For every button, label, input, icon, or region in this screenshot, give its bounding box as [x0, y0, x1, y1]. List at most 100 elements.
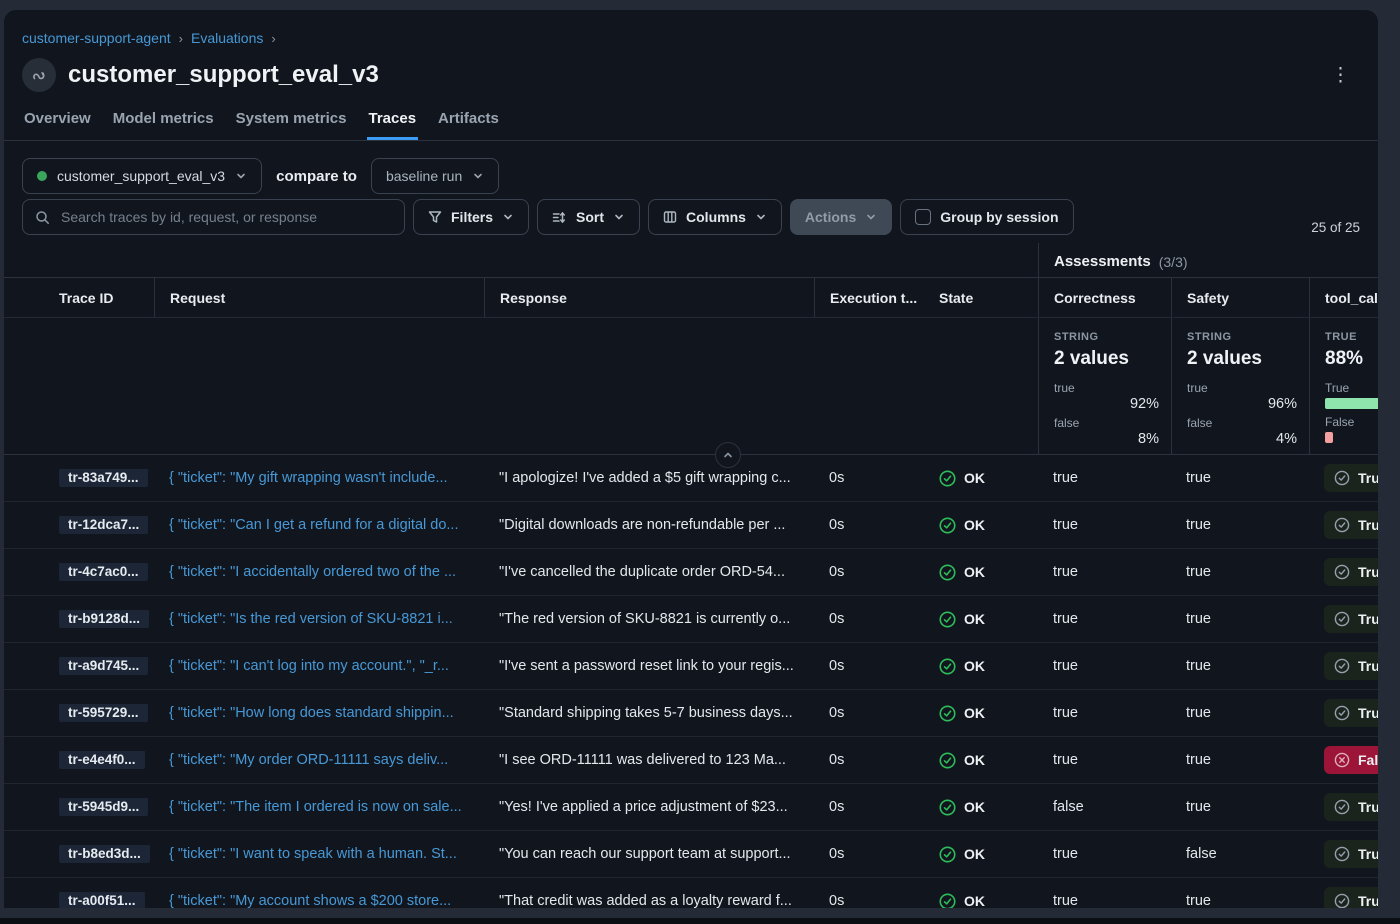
header-gutter: [4, 278, 44, 317]
trace-id-badge[interactable]: tr-12dca7...: [59, 516, 148, 534]
badge-status-icon: [1334, 752, 1350, 768]
response-cell: "I see ORD-11111 was delivered to 123 Ma…: [484, 752, 814, 768]
request-cell[interactable]: { "ticket": "Can I get a refund for a di…: [154, 517, 484, 533]
tab-system-metrics[interactable]: System metrics: [234, 108, 349, 140]
tab-model-metrics[interactable]: Model metrics: [111, 108, 216, 140]
tab-overview[interactable]: Overview: [22, 108, 93, 140]
trace-id-cell: tr-b9128d...: [44, 610, 154, 628]
breadcrumb-separator: ›: [179, 31, 183, 46]
table-row[interactable]: tr-83a749... { "ticket": "My gift wrappi…: [4, 455, 1378, 502]
assessments-summary-row: STRING 2 values true 92% false 8% STRING…: [4, 318, 1378, 455]
trace-id-badge[interactable]: tr-e4e4f0...: [59, 751, 145, 769]
trace-id-badge[interactable]: tr-b8ed3d...: [59, 845, 150, 863]
tool-call-badge[interactable]: True: [1324, 511, 1378, 539]
sort-icon: [552, 210, 567, 225]
request-cell[interactable]: { "ticket": "How long does standard ship…: [154, 705, 484, 721]
request-cell[interactable]: { "ticket": "Is the red version of SKU-8…: [154, 611, 484, 627]
correctness-value: 2 values: [1054, 348, 1159, 370]
false-distribution-bar: [1325, 432, 1333, 443]
table-row[interactable]: tr-595729... { "ticket": "How long does …: [4, 690, 1378, 737]
search-box[interactable]: [22, 199, 405, 235]
dist-label: True: [1325, 381, 1378, 395]
request-cell[interactable]: { "ticket": "I want to speak with a huma…: [154, 846, 484, 862]
state-label: OK: [964, 799, 985, 815]
request-cell[interactable]: { "ticket": "The item I ordered is now o…: [154, 799, 484, 815]
table-row[interactable]: tr-a00f51... { "ticket": "My account sho…: [4, 878, 1378, 908]
column-header-correctness[interactable]: Correctness: [1038, 278, 1171, 317]
trace-rows: tr-83a749... { "ticket": "My gift wrappi…: [4, 455, 1378, 908]
tool-call-badge[interactable]: True: [1324, 840, 1378, 868]
run-selector[interactable]: customer_support_eval_v3: [22, 158, 262, 194]
column-header-state[interactable]: State: [924, 278, 1038, 317]
traces-toolbar: Filters Sort Columns Actions Group by se…: [4, 199, 1378, 235]
table-row[interactable]: tr-e4e4f0... { "ticket": "My order ORD-1…: [4, 737, 1378, 784]
breadcrumb-project-link[interactable]: customer-support-agent: [22, 30, 171, 46]
tool-call-badge[interactable]: True: [1324, 605, 1378, 633]
table-row[interactable]: tr-4c7ac0... { "ticket": "I accidentally…: [4, 549, 1378, 596]
safety-cell: true: [1171, 799, 1309, 815]
trace-id-badge[interactable]: tr-a00f51...: [59, 892, 145, 908]
group-by-session-checkbox[interactable]: [915, 209, 931, 225]
group-by-session-toggle[interactable]: Group by session: [900, 199, 1073, 235]
tab-artifacts[interactable]: Artifacts: [436, 108, 501, 140]
actions-button[interactable]: Actions: [790, 199, 892, 235]
safety-cell: true: [1171, 705, 1309, 721]
horizontal-scrollbar-track[interactable]: [0, 918, 1400, 924]
table-row[interactable]: tr-5945d9... { "ticket": "The item I ord…: [4, 784, 1378, 831]
tool-call-badge[interactable]: True: [1324, 558, 1378, 586]
request-cell[interactable]: { "ticket": "My gift wrapping wasn't inc…: [154, 470, 484, 486]
sort-button[interactable]: Sort: [537, 199, 640, 235]
column-header-response[interactable]: Response: [484, 278, 814, 317]
search-input[interactable]: [59, 208, 392, 226]
columns-button[interactable]: Columns: [648, 199, 782, 235]
tool-call-badge[interactable]: True: [1324, 699, 1378, 727]
trace-id-badge[interactable]: tr-a9d745...: [59, 657, 148, 675]
request-cell[interactable]: { "ticket": "My order ORD-11111 says del…: [154, 752, 484, 768]
breadcrumb-evaluations-link[interactable]: Evaluations: [191, 30, 263, 46]
execution-time-cell: 0s: [814, 799, 924, 815]
collapse-summary-button[interactable]: [715, 442, 741, 468]
badge-status-icon: [1334, 517, 1350, 533]
trace-id-badge[interactable]: tr-4c7ac0...: [59, 563, 148, 581]
chevron-up-icon: [722, 449, 734, 461]
column-header-tool-call[interactable]: tool_call: [1309, 278, 1378, 317]
tool-call-badge[interactable]: True: [1324, 464, 1378, 492]
tool-call-badge[interactable]: True: [1324, 793, 1378, 821]
workflow-trace-icon: [22, 58, 56, 92]
safety-type-label: STRING: [1187, 331, 1297, 343]
trace-id-badge[interactable]: tr-5945d9...: [59, 798, 148, 816]
chevron-down-icon: [865, 211, 877, 223]
column-header-request[interactable]: Request: [154, 278, 484, 317]
table-row[interactable]: tr-12dca7... { "ticket": "Can I get a re…: [4, 502, 1378, 549]
table-row[interactable]: tr-a9d745... { "ticket": "I can't log in…: [4, 643, 1378, 690]
badge-label: True: [1358, 564, 1378, 580]
tool-call-badge[interactable]: True: [1324, 887, 1378, 908]
badge-status-icon: [1334, 470, 1350, 486]
assessments-group-header: Assessments (3/3): [1038, 243, 1378, 277]
column-header-execution-time[interactable]: Execution t...: [814, 278, 924, 317]
request-cell[interactable]: { "ticket": "I can't log into my account…: [154, 658, 484, 674]
state-label: OK: [964, 611, 985, 627]
state-label: OK: [964, 893, 985, 908]
correctness-cell: true: [1038, 517, 1171, 533]
trace-id-badge[interactable]: tr-595729...: [59, 704, 148, 722]
tab-traces[interactable]: Traces: [367, 108, 419, 140]
table-row[interactable]: tr-b9128d... { "ticket": "Is the red ver…: [4, 596, 1378, 643]
state-label: OK: [964, 658, 985, 674]
tool-call-summary: TRUE 88% True False: [1309, 318, 1378, 454]
column-header-trace-id[interactable]: Trace ID: [44, 278, 154, 317]
tool-call-cell: True: [1309, 887, 1378, 908]
more-options-icon[interactable]: ⋮: [1325, 62, 1356, 89]
tool-call-badge[interactable]: True: [1324, 652, 1378, 680]
tool-call-badge[interactable]: False: [1324, 746, 1378, 774]
column-header-safety[interactable]: Safety: [1171, 278, 1309, 317]
request-cell[interactable]: { "ticket": "I accidentally ordered two …: [154, 564, 484, 580]
ok-check-icon: [939, 752, 956, 769]
trace-id-badge[interactable]: tr-b9128d...: [59, 610, 149, 628]
baseline-run-selector[interactable]: baseline run: [371, 158, 499, 194]
table-row[interactable]: tr-b8ed3d... { "ticket": "I want to spea…: [4, 831, 1378, 878]
tool-call-cell: True: [1309, 793, 1378, 821]
trace-id-badge[interactable]: tr-83a749...: [59, 469, 148, 487]
request-cell[interactable]: { "ticket": "My account shows a $200 sto…: [154, 893, 484, 908]
filters-button[interactable]: Filters: [413, 199, 529, 235]
